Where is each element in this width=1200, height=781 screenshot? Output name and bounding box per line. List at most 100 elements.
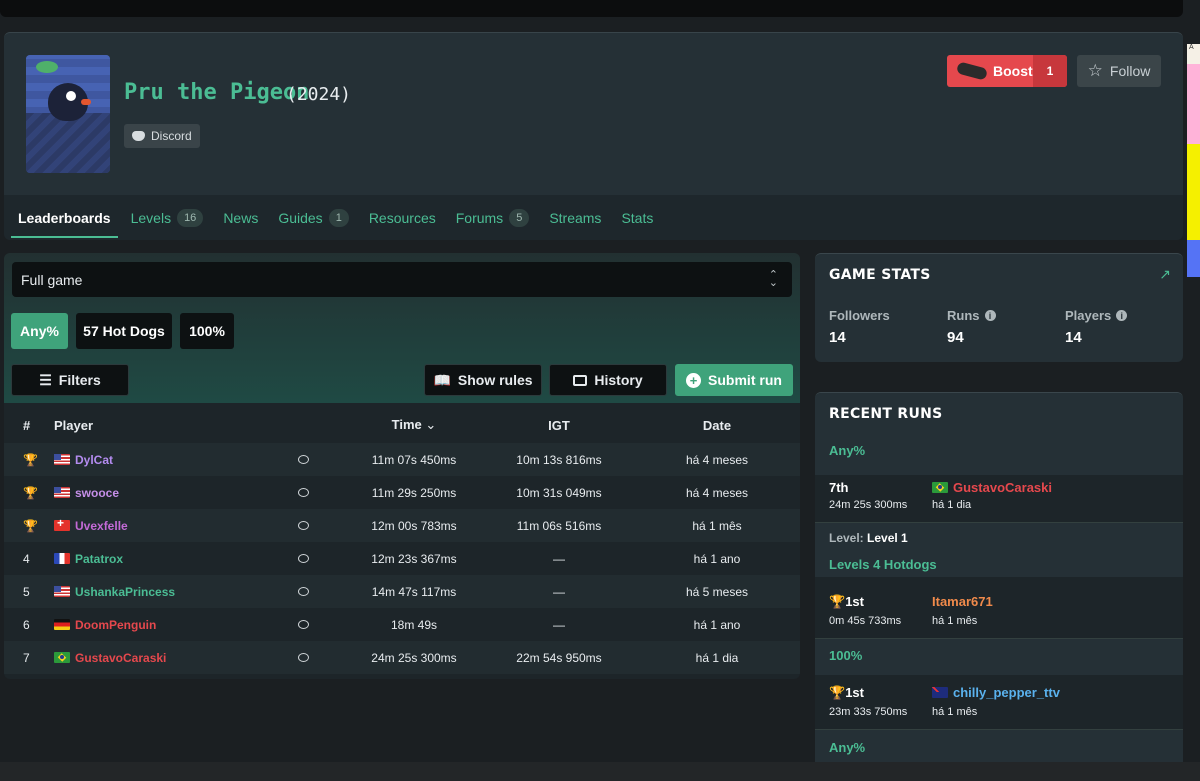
speech-bubble-icon[interactable]: [298, 454, 309, 464]
submit-run-button[interactable]: + Submit run: [675, 364, 793, 396]
rank-cell: 🏆: [4, 443, 48, 476]
comment-cell[interactable]: [284, 443, 344, 476]
recent-run-category[interactable]: Any%: [829, 740, 865, 755]
speech-bubble-icon[interactable]: [298, 520, 309, 530]
recent-run-category[interactable]: 100%: [829, 648, 862, 663]
table-row[interactable]: 🏆 swooce 11m 29s 250ms 10m 31s 049ms há …: [4, 476, 800, 509]
boost-button[interactable]: Boost 1: [947, 55, 1067, 87]
speech-bubble-icon[interactable]: [298, 619, 309, 629]
tab-resources[interactable]: Resources: [369, 195, 436, 240]
player-name[interactable]: UshankaPrincess: [75, 585, 175, 599]
player-name[interactable]: Patatrox: [75, 552, 123, 566]
tab-count-badge: 16: [177, 208, 204, 227]
tab-levels[interactable]: Levels 16: [131, 195, 204, 240]
stat-runs: Runs i 94: [947, 308, 996, 346]
recent-run-player[interactable]: Itamar671: [932, 594, 993, 609]
recent-run-date: há 1 dia: [932, 499, 972, 511]
external-link-icon[interactable]: ↗: [1159, 266, 1171, 283]
flag-ch-icon: [54, 516, 70, 531]
category-100-percent[interactable]: 100%: [180, 313, 234, 349]
player-name[interactable]: swooce: [75, 486, 119, 500]
star-icon: ☆: [1087, 61, 1103, 80]
recent-run-place-text: 1st: [845, 594, 864, 609]
recent-run-place: 🏆1st: [829, 685, 864, 701]
tab-streams[interactable]: Streams: [549, 195, 601, 240]
speech-bubble-icon[interactable]: [298, 586, 309, 596]
comment-cell[interactable]: [284, 608, 344, 641]
comment-cell[interactable]: [284, 542, 344, 575]
player-cell[interactable]: Patatrox: [48, 542, 284, 575]
player-cell[interactable]: swooce: [48, 476, 284, 509]
table-row[interactable]: 🏆 Uvexfelle 12m 00s 783ms 11m 06s 516ms …: [4, 509, 800, 542]
col-time[interactable]: Time ⌄: [344, 407, 484, 443]
recent-run-player[interactable]: chilly_pepper_ttv: [932, 685, 1060, 700]
time-cell: 11m 29s 250ms: [344, 476, 484, 509]
comment-cell[interactable]: [284, 641, 344, 674]
player-name[interactable]: DoomPenguin: [75, 618, 156, 632]
show-rules-button[interactable]: 📖 Show rules: [424, 364, 542, 396]
game-header: Pru the Pigeon (2024) Discord Boost 1 ☆ …: [4, 32, 1183, 240]
tab-stats[interactable]: Stats: [621, 195, 653, 240]
tab-label: Levels: [130, 209, 172, 226]
player-name[interactable]: Uvexfelle: [75, 519, 128, 533]
flag-fr-icon: [54, 553, 70, 564]
player-name[interactable]: GustavoCaraski: [75, 651, 166, 665]
trophy-icon: 🏆: [829, 594, 846, 609]
info-icon[interactable]: i: [1116, 310, 1128, 321]
speech-bubble-icon[interactable]: [298, 553, 309, 563]
speech-bubble-icon[interactable]: [298, 487, 309, 497]
player-cell[interactable]: DylCat: [48, 443, 284, 476]
comment-cell[interactable]: [284, 476, 344, 509]
recent-run-category[interactable]: Any%: [829, 443, 865, 458]
table-row[interactable]: 4 Patatrox 12m 23s 367ms — há 1 ano: [4, 542, 800, 575]
chevron-updown-icon: ⌃ ⌄: [768, 269, 778, 289]
tab-forums[interactable]: Forums 5: [456, 195, 530, 240]
player-cell[interactable]: UshankaPrincess: [48, 575, 284, 608]
category-57-hot-dogs[interactable]: 57 Hot Dogs: [76, 313, 172, 349]
side-ad-strip: A: [1187, 44, 1200, 277]
info-icon[interactable]: i: [984, 310, 996, 321]
history-button[interactable]: History: [549, 364, 667, 396]
game-cover-image[interactable]: [26, 55, 110, 173]
tab-guides[interactable]: Guides 1: [278, 195, 349, 240]
history-label: History: [594, 372, 643, 388]
tab-news[interactable]: News: [223, 195, 258, 240]
recent-run-place: 🏆1st: [829, 594, 864, 610]
comment-cell[interactable]: [284, 509, 344, 542]
time-cell: 12m 00s 783ms: [344, 509, 484, 542]
recent-run-category[interactable]: Levels 4 Hotdogs: [829, 557, 937, 572]
game-stats-title: GAME STATS: [829, 267, 931, 283]
rank-cell: 🏆: [4, 509, 48, 542]
filters-button[interactable]: ☰ Filters: [11, 364, 129, 396]
boost-label: Boost: [993, 63, 1033, 79]
recent-run-player[interactable]: GustavoCaraski: [932, 480, 1052, 495]
rank-number: 4: [23, 551, 30, 566]
player-cell[interactable]: DoomPenguin: [48, 608, 284, 641]
leaderboard-table: # Player Time ⌄ IGT Date 🏆 DylCat 11m 07…: [4, 407, 800, 674]
discord-button[interactable]: Discord: [124, 124, 200, 148]
recent-run-place: 7th: [829, 480, 849, 495]
table-row[interactable]: 🏆 DylCat 11m 07s 450ms 10m 13s 816ms há …: [4, 443, 800, 476]
speech-bubble-icon[interactable]: [298, 652, 309, 662]
tab-label: Streams: [549, 209, 602, 226]
table-row[interactable]: 5 UshankaPrincess 14m 47s 117ms — há 5 m…: [4, 575, 800, 608]
rank-cell: 7: [4, 641, 48, 674]
player-cell[interactable]: GustavoCaraski: [48, 641, 284, 674]
comment-cell[interactable]: [284, 575, 344, 608]
game-title[interactable]: Pru the Pigeon: [124, 80, 309, 105]
tab-leaderboards[interactable]: Leaderboards: [11, 195, 118, 240]
rank-cell: 6: [4, 608, 48, 641]
trophy-icon: 🏆: [23, 485, 38, 500]
player-cell[interactable]: Uvexfelle: [48, 509, 284, 542]
table-row[interactable]: 6 DoomPenguin 18m 49s — há 1 ano: [4, 608, 800, 641]
player-name[interactable]: DylCat: [75, 453, 113, 467]
category-any-percent[interactable]: Any%: [11, 313, 68, 349]
level-name: Level 1: [867, 531, 908, 545]
follow-button[interactable]: ☆ Follow: [1077, 55, 1161, 87]
mode-select[interactable]: Full game ⌃ ⌄: [12, 262, 792, 297]
bottom-bar: [0, 762, 1200, 781]
plus-circle-icon: +: [686, 372, 702, 388]
table-row[interactable]: 7 GustavoCaraski 24m 25s 300ms 22m 54s 9…: [4, 641, 800, 674]
date-cell: há 1 mês: [634, 509, 800, 542]
igt-cell: —: [484, 575, 634, 608]
